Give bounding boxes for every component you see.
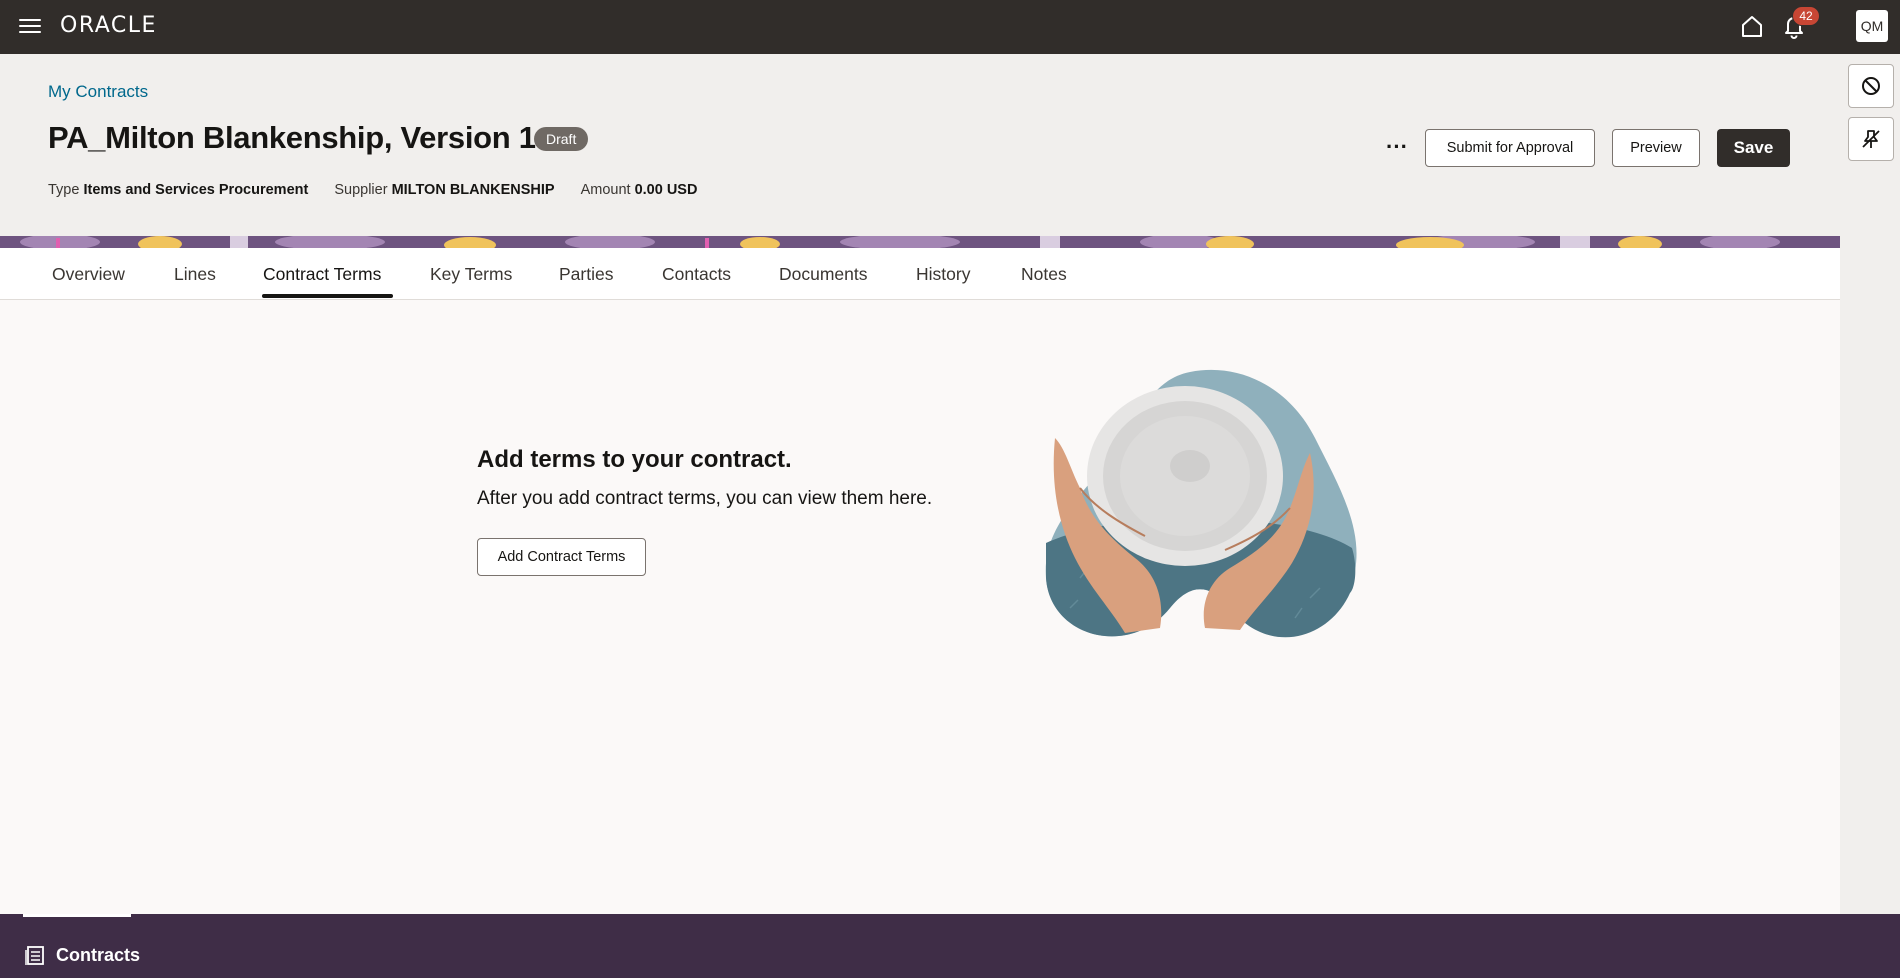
unpin-button[interactable] <box>1848 117 1894 161</box>
top-bar: ORACLE 42 QM <box>0 0 1900 54</box>
cancel-button[interactable] <box>1848 64 1894 108</box>
main-content: Add terms to your contract. After you ad… <box>0 300 1840 914</box>
avatar[interactable]: QM <box>1856 10 1888 42</box>
add-contract-terms-button[interactable]: Add Contract Terms <box>477 538 646 576</box>
status-badge: Draft <box>534 127 589 151</box>
meta-type-value: Items and Services Procurement <box>83 182 309 198</box>
bottom-tab-contracts[interactable]: Contracts <box>56 945 140 966</box>
tab-lines[interactable]: Lines <box>174 264 216 285</box>
active-tab-indicator <box>262 294 393 298</box>
tab-key-terms[interactable]: Key Terms <box>430 264 512 285</box>
empty-state-description: After you add contract terms, you can vi… <box>477 488 933 509</box>
meta-amount-label: Amount <box>580 182 631 198</box>
tab-notes[interactable]: Notes <box>1021 264 1067 285</box>
home-icon[interactable] <box>1738 12 1766 40</box>
tab-contract-terms[interactable]: Contract Terms <box>263 264 381 285</box>
document-icon <box>25 946 44 965</box>
page-header: My Contracts PA_Milton Blankenship, Vers… <box>0 54 1840 236</box>
right-gutter <box>1840 54 1900 914</box>
submit-for-approval-button[interactable]: Submit for Approval <box>1425 129 1595 167</box>
hands-plate-illustration <box>1045 369 1357 638</box>
meta-amount: Amount 0.00 USD <box>581 182 698 198</box>
bottom-bar: Contracts <box>0 914 1900 978</box>
meta-type: Type Items and Services Procurement <box>48 182 308 198</box>
more-actions-button[interactable]: ··· <box>1382 132 1412 162</box>
meta-type-label: Type <box>48 182 80 198</box>
tab-contacts[interactable]: Contacts <box>662 264 731 285</box>
tab-bar: Overview Lines Contract Terms Key Terms … <box>0 248 1840 300</box>
decorative-banner <box>0 236 1840 248</box>
save-button[interactable]: Save <box>1717 129 1790 167</box>
tab-history[interactable]: History <box>916 264 970 285</box>
breadcrumb-my-contracts[interactable]: My Contracts <box>48 82 148 102</box>
tab-documents[interactable]: Documents <box>779 264 868 285</box>
meta-supplier: Supplier MILTON BLANKENSHIP <box>334 182 554 198</box>
meta-amount-value: 0.00 USD <box>634 182 698 198</box>
bottom-tab-indicator <box>23 914 131 917</box>
meta-supplier-label: Supplier <box>334 182 388 198</box>
oracle-logo[interactable]: ORACLE <box>60 13 157 38</box>
notification-badge: 42 <box>1792 6 1820 26</box>
meta-supplier-value: MILTON BLANKENSHIP <box>391 182 555 198</box>
preview-button[interactable]: Preview <box>1612 129 1700 167</box>
tab-overview[interactable]: Overview <box>52 264 125 285</box>
tab-parties[interactable]: Parties <box>559 264 613 285</box>
empty-state-title: Add terms to your contract. <box>477 446 792 473</box>
unpin-icon <box>1862 130 1880 148</box>
hamburger-icon[interactable] <box>19 15 43 39</box>
cancel-icon <box>1862 77 1880 95</box>
page-title: PA_Milton Blankenship, Version 1 <box>48 120 536 155</box>
contract-meta: Type Items and Services Procurement Supp… <box>48 182 697 198</box>
